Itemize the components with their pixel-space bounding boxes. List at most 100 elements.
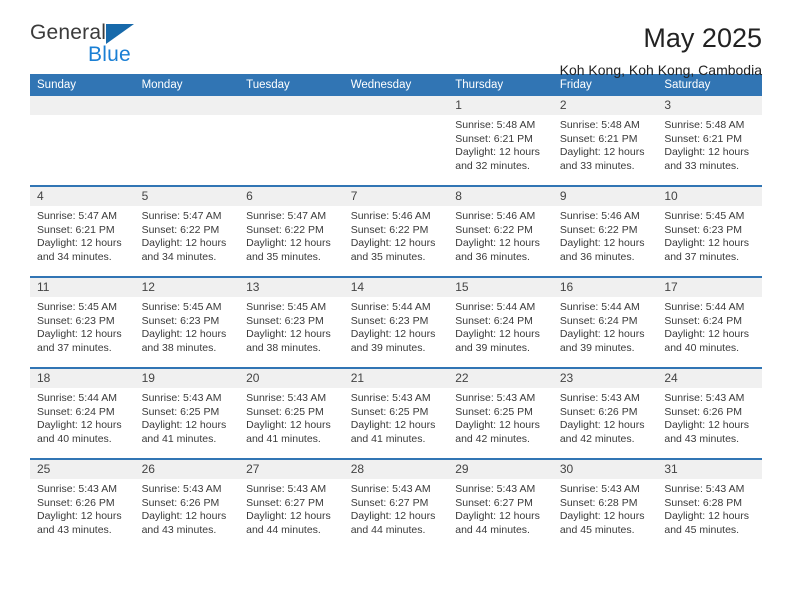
calendar-day-cell[interactable]: 2 Sunrise: 5:48 AM Sunset: 6:21 PM Daylight…: [552, 96, 658, 186]
sunrise-text: Sunrise: 5:43 AM: [141, 483, 222, 495]
daylight-text-line2: and 44 minutes.: [350, 523, 426, 536]
calendar-day-cell[interactable]: 30 Sunrise: 5:43 AM Sunset: 6:28 PM Dayligh…: [552, 458, 658, 549]
daylight-text-line1: Daylight: 12 hours: [37, 328, 122, 340]
day-details: Sunrise: 5:47 AM Sunset: 6:21 PM Daylight:…: [30, 206, 135, 264]
sunrise-text: Sunrise: 5:44 AM: [455, 301, 536, 313]
daylight-text-line2: and 43 minutes.: [141, 523, 217, 536]
daylight-text-line1: Daylight: 12 hours: [37, 419, 122, 431]
daylight-text-line1: Daylight: 12 hours: [559, 510, 645, 522]
sunset-text: Sunset: 6:27 PM: [246, 496, 324, 509]
sunset-text: Sunset: 6:21 PM: [664, 132, 743, 145]
sunrise-text: Sunrise: 5:45 AM: [141, 301, 222, 313]
calendar-day-cell[interactable]: 10 Sunrise: 5:45 AM Sunset: 6:23 PM Dayligh…: [657, 185, 762, 277]
calendar-cell-empty: [30, 96, 135, 186]
sunset-text: Sunset: 6:22 PM: [559, 223, 638, 236]
day-details: Sunrise: 5:44 AM Sunset: 6:24 PM Daylight:…: [448, 297, 553, 355]
calendar-day-cell[interactable]: 11 Sunrise: 5:45 AM Sunset: 6:23 PM Dayligh…: [30, 276, 135, 368]
calendar-day-cell[interactable]: 17 Sunrise: 5:44 AM Sunset: 6:24 PM Dayligh…: [657, 276, 762, 368]
daylight-text-line1: Daylight: 12 hours: [350, 237, 436, 249]
sunset-text: Sunset: 6:26 PM: [141, 496, 220, 509]
daylight-text-line2: and 44 minutes.: [246, 523, 321, 536]
calendar-day-cell[interactable]: 4 Sunrise: 5:47 AM Sunset: 6:21 PM Daylight…: [30, 185, 135, 277]
daylight-text-line2: and 43 minutes.: [37, 523, 112, 536]
calendar-day-cell[interactable]: 14 Sunrise: 5:44 AM Sunset: 6:23 PM Dayligh…: [343, 276, 449, 368]
sunrise-text: Sunrise: 5:43 AM: [350, 392, 431, 404]
daylight-text-line1: Daylight: 12 hours: [664, 510, 750, 522]
calendar-day-cell[interactable]: 26 Sunrise: 5:43 AM Sunset: 6:26 PM Dayligh…: [134, 458, 240, 549]
day-details: Sunrise: 5:43 AM Sunset: 6:25 PM Daylight:…: [135, 388, 240, 446]
daylight-text-line2: and 34 minutes.: [141, 250, 217, 263]
daylight-text-line1: Daylight: 12 hours: [455, 328, 540, 340]
calendar-day-cell[interactable]: 5 Sunrise: 5:47 AM Sunset: 6:22 PM Daylight…: [134, 185, 240, 277]
daylight-text-line2: and 40 minutes.: [37, 432, 112, 445]
calendar-day-cell[interactable]: 31 Sunrise: 5:43 AM Sunset: 6:28 PM Dayligh…: [657, 458, 762, 549]
day-details: Sunrise: 5:46 AM Sunset: 6:22 PM Daylight:…: [344, 206, 449, 264]
day-details: Sunrise: 5:43 AM Sunset: 6:28 PM Daylight:…: [657, 479, 762, 537]
page-title: May 2025: [643, 23, 762, 53]
day-number: 28: [343, 460, 449, 479]
calendar-day-cell[interactable]: 29 Sunrise: 5:43 AM Sunset: 6:27 PM Dayligh…: [448, 458, 553, 549]
calendar-day-cell[interactable]: 1 Sunrise: 5:48 AM Sunset: 6:21 PM Daylight…: [448, 96, 553, 186]
day-details: Sunrise: 5:44 AM Sunset: 6:24 PM Daylight:…: [553, 297, 658, 355]
calendar-day-cell[interactable]: 23 Sunrise: 5:43 AM Sunset: 6:26 PM Dayligh…: [552, 367, 658, 459]
weekday-header-tuesday: Tuesday: [239, 74, 344, 96]
calendar-day-cell[interactable]: 7 Sunrise: 5:46 AM Sunset: 6:22 PM Daylight…: [343, 185, 449, 277]
calendar-cell-empty: [239, 96, 344, 186]
calendar-day-cell[interactable]: 25 Sunrise: 5:43 AM Sunset: 6:26 PM Dayligh…: [30, 458, 135, 549]
calendar-day-cell[interactable]: 8 Sunrise: 5:46 AM Sunset: 6:22 PM Daylight…: [448, 185, 553, 277]
sunset-text: Sunset: 6:26 PM: [664, 405, 743, 418]
sunrise-sunset-calendar: Sunday Monday Tuesday Wednesday Thursday…: [30, 74, 762, 549]
calendar-day-cell[interactable]: 21 Sunrise: 5:43 AM Sunset: 6:25 PM Dayligh…: [343, 367, 449, 459]
calendar-day-cell[interactable]: 20 Sunrise: 5:43 AM Sunset: 6:25 PM Dayligh…: [239, 367, 344, 459]
day-number: 21: [343, 369, 449, 388]
day-details: Sunrise: 5:43 AM Sunset: 6:25 PM Daylight:…: [239, 388, 344, 446]
calendar-day-cell[interactable]: 15 Sunrise: 5:44 AM Sunset: 6:24 PM Dayligh…: [448, 276, 553, 368]
daylight-text-line2: and 38 minutes.: [141, 341, 217, 354]
sunrise-text: Sunrise: 5:43 AM: [37, 483, 117, 495]
day-number: 20: [239, 369, 344, 388]
daylight-text-line2: and 34 minutes.: [37, 250, 112, 263]
day-details: Sunrise: 5:48 AM Sunset: 6:21 PM Daylight:…: [448, 115, 553, 173]
calendar-day-cell[interactable]: 27 Sunrise: 5:43 AM Sunset: 6:27 PM Dayligh…: [239, 458, 344, 549]
sunset-text: Sunset: 6:24 PM: [37, 405, 115, 418]
sunrise-text: Sunrise: 5:43 AM: [559, 483, 640, 495]
calendar-day-cell[interactable]: 16 Sunrise: 5:44 AM Sunset: 6:24 PM Dayligh…: [552, 276, 658, 368]
page-subtitle: Koh Kong, Koh Kong, Cambodia: [559, 62, 762, 78]
calendar-day-cell[interactable]: 12 Sunrise: 5:45 AM Sunset: 6:23 PM Dayligh…: [134, 276, 240, 368]
day-number-empty: [343, 96, 449, 115]
daylight-text-line1: Daylight: 12 hours: [664, 419, 750, 431]
day-details: Sunrise: 5:43 AM Sunset: 6:28 PM Daylight:…: [553, 479, 658, 537]
daylight-text-line2: and 45 minutes.: [664, 523, 740, 536]
day-number: 18: [30, 369, 135, 388]
sunset-text: Sunset: 6:21 PM: [559, 132, 638, 145]
daylight-text-line2: and 33 minutes.: [559, 159, 635, 172]
page-header: General Blue May 2025 Koh Kong, Koh Kong…: [30, 0, 762, 78]
daylight-text-line2: and 40 minutes.: [664, 341, 740, 354]
calendar-day-cell[interactable]: 6 Sunrise: 5:47 AM Sunset: 6:22 PM Daylight…: [239, 185, 344, 277]
daylight-text-line2: and 37 minutes.: [664, 250, 740, 263]
sunrise-text: Sunrise: 5:46 AM: [455, 210, 536, 222]
day-number: 8: [448, 187, 553, 206]
calendar-day-cell[interactable]: 9 Sunrise: 5:46 AM Sunset: 6:22 PM Daylight…: [552, 185, 658, 277]
calendar-day-cell[interactable]: 18 Sunrise: 5:44 AM Sunset: 6:24 PM Dayligh…: [30, 367, 135, 459]
calendar-day-cell[interactable]: 28 Sunrise: 5:43 AM Sunset: 6:27 PM Dayligh…: [343, 458, 449, 549]
calendar-day-cell[interactable]: 3 Sunrise: 5:48 AM Sunset: 6:21 PM Daylight…: [657, 96, 762, 186]
calendar-day-cell[interactable]: 19 Sunrise: 5:43 AM Sunset: 6:25 PM Dayligh…: [134, 367, 240, 459]
sunrise-text: Sunrise: 5:44 AM: [664, 301, 745, 313]
daylight-text-line2: and 35 minutes.: [246, 250, 321, 263]
calendar-day-cell[interactable]: 13 Sunrise: 5:45 AM Sunset: 6:23 PM Dayligh…: [239, 276, 344, 368]
calendar-day-cell[interactable]: 22 Sunrise: 5:43 AM Sunset: 6:25 PM Dayligh…: [448, 367, 553, 459]
daylight-text-line2: and 35 minutes.: [350, 250, 426, 263]
sunrise-text: Sunrise: 5:44 AM: [559, 301, 640, 313]
sunrise-text: Sunrise: 5:43 AM: [141, 392, 222, 404]
day-number: 25: [30, 460, 135, 479]
sunrise-text: Sunrise: 5:43 AM: [664, 483, 745, 495]
day-number: 7: [343, 187, 449, 206]
day-details: Sunrise: 5:44 AM Sunset: 6:24 PM Daylight:…: [657, 297, 762, 355]
brand-logo[interactable]: General Blue: [30, 22, 160, 70]
sunset-text: Sunset: 6:24 PM: [559, 314, 638, 327]
daylight-text-line2: and 37 minutes.: [37, 341, 112, 354]
daylight-text-line1: Daylight: 12 hours: [37, 237, 122, 249]
calendar-day-cell[interactable]: 24 Sunrise: 5:43 AM Sunset: 6:26 PM Dayligh…: [657, 367, 762, 459]
daylight-text-line1: Daylight: 12 hours: [664, 237, 750, 249]
